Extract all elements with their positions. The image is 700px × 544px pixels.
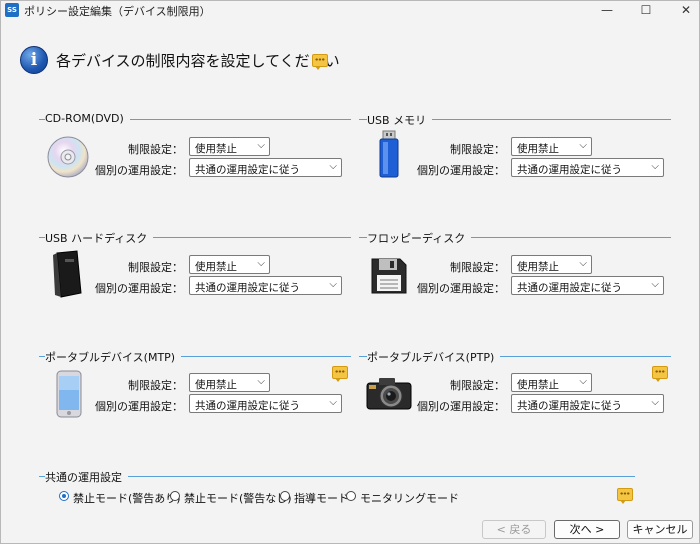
restriction-label: 制限設定：: [128, 143, 183, 156]
floppy-restriction-select[interactable]: 使用禁止 ⌵: [511, 255, 592, 274]
individual-label: 個別の運用設定：: [95, 400, 183, 413]
comment-icon[interactable]: [332, 366, 348, 382]
usb-memory-restriction-select[interactable]: 使用禁止 ⌵: [511, 137, 592, 156]
restriction-label: 制限設定：: [450, 261, 505, 274]
cd-disc-icon: [47, 136, 89, 178]
dialog-window: SS ポリシー設定編集（デバイス制限用） — ☐ ✕ i 各デバイスの制限内容を…: [0, 0, 700, 544]
radio-indicator: [170, 491, 180, 501]
title-bar: SS ポリシー設定編集（デバイス制限用） — ☐ ✕: [1, 1, 699, 19]
next-button[interactable]: 次へ >: [554, 520, 620, 539]
chevron-down-icon: ⌵: [257, 258, 265, 269]
individual-label: 個別の運用設定：: [95, 164, 183, 177]
chevron-down-icon: ⌵: [329, 397, 337, 408]
comment-icon[interactable]: [617, 488, 633, 504]
info-icon: i: [20, 46, 48, 74]
window-title: ポリシー設定編集（デバイス制限用）: [24, 5, 211, 18]
usb-memory-icon: [379, 130, 399, 178]
select-value: 共通の運用設定に従う: [517, 164, 622, 176]
cancel-button[interactable]: キャンセル: [627, 520, 693, 539]
radio-label: モニタリングモード: [360, 492, 459, 505]
ptp-restriction-select[interactable]: 使用禁止 ⌵: [511, 373, 592, 392]
usb-hdd-restriction-select[interactable]: 使用禁止 ⌵: [189, 255, 270, 274]
group-title-mtp: ポータブルデバイス(MTP): [45, 349, 182, 365]
chevron-down-icon: ⌵: [257, 376, 265, 387]
radio-indicator: [346, 491, 356, 501]
group-title-floppy: フロッピーディスク: [367, 230, 472, 246]
floppy-individual-select[interactable]: 共通の運用設定に従う ⌵: [511, 276, 664, 295]
usb-memory-individual-select[interactable]: 共通の運用設定に従う ⌵: [511, 158, 664, 177]
radio-label: 禁止モード(警告なし): [184, 492, 292, 505]
radio-label: 禁止モード(警告あり): [73, 492, 181, 505]
select-value: 使用禁止: [195, 143, 237, 155]
chevron-down-icon: ⌵: [579, 258, 587, 269]
camera-icon: [366, 378, 412, 410]
select-value: 使用禁止: [517, 261, 559, 273]
external-hdd-icon: [53, 250, 82, 298]
select-value: 使用禁止: [195, 261, 237, 273]
mtp-individual-select[interactable]: 共通の運用設定に従う ⌵: [189, 394, 342, 413]
individual-label: 個別の運用設定：: [417, 164, 505, 177]
select-value: 使用禁止: [517, 379, 559, 391]
group-title-cdrom: CD-ROM(DVD): [45, 112, 130, 125]
chevron-down-icon: ⌵: [651, 161, 659, 172]
radio-label: 指導モード: [294, 492, 349, 505]
chevron-down-icon: ⌵: [651, 279, 659, 290]
select-value: 共通の運用設定に従う: [195, 282, 300, 294]
comment-icon[interactable]: [652, 366, 668, 382]
group-divider: [39, 476, 635, 477]
select-value: 共通の運用設定に従う: [517, 282, 622, 294]
mtp-restriction-select[interactable]: 使用禁止 ⌵: [189, 373, 270, 392]
chevron-down-icon: ⌵: [329, 161, 337, 172]
usb-hdd-individual-select[interactable]: 共通の運用設定に従う ⌵: [189, 276, 342, 295]
group-title-common: 共通の運用設定: [45, 469, 128, 485]
cdrom-restriction-select[interactable]: 使用禁止 ⌵: [189, 137, 270, 156]
radio-indicator: [59, 491, 69, 501]
comment-icon[interactable]: [312, 54, 328, 70]
app-icon: SS: [5, 3, 19, 17]
individual-label: 個別の運用設定：: [417, 282, 505, 295]
restriction-label: 制限設定：: [128, 261, 183, 274]
group-title-usb-memory: USB メモリ: [367, 112, 433, 128]
smartphone-icon: [56, 370, 82, 418]
chevron-down-icon: ⌵: [329, 279, 337, 290]
chevron-down-icon: ⌵: [579, 376, 587, 387]
radio-indicator: [280, 491, 290, 501]
individual-label: 個別の運用設定：: [95, 282, 183, 295]
restriction-label: 制限設定：: [450, 379, 505, 392]
select-value: 使用禁止: [195, 379, 237, 391]
floppy-disk-icon: [371, 258, 407, 294]
close-button[interactable]: ✕: [663, 1, 700, 19]
cdrom-individual-select[interactable]: 共通の運用設定に従う ⌵: [189, 158, 342, 177]
chevron-down-icon: ⌵: [651, 397, 659, 408]
chevron-down-icon: ⌵: [579, 140, 587, 151]
group-title-usb-hdd: USB ハードディスク: [45, 230, 154, 246]
group-title-ptp: ポータブルデバイス(PTP): [367, 349, 501, 365]
select-value: 使用禁止: [517, 143, 559, 155]
individual-label: 個別の運用設定：: [417, 400, 505, 413]
chevron-down-icon: ⌵: [257, 140, 265, 151]
back-button[interactable]: < 戻る: [482, 520, 546, 539]
select-value: 共通の運用設定に従う: [517, 400, 622, 412]
select-value: 共通の運用設定に従う: [195, 400, 300, 412]
restriction-label: 制限設定：: [450, 143, 505, 156]
ptp-individual-select[interactable]: 共通の運用設定に従う ⌵: [511, 394, 664, 413]
page-heading: 各デバイスの制限内容を設定してください: [56, 52, 340, 70]
select-value: 共通の運用設定に従う: [195, 164, 300, 176]
restriction-label: 制限設定：: [128, 379, 183, 392]
